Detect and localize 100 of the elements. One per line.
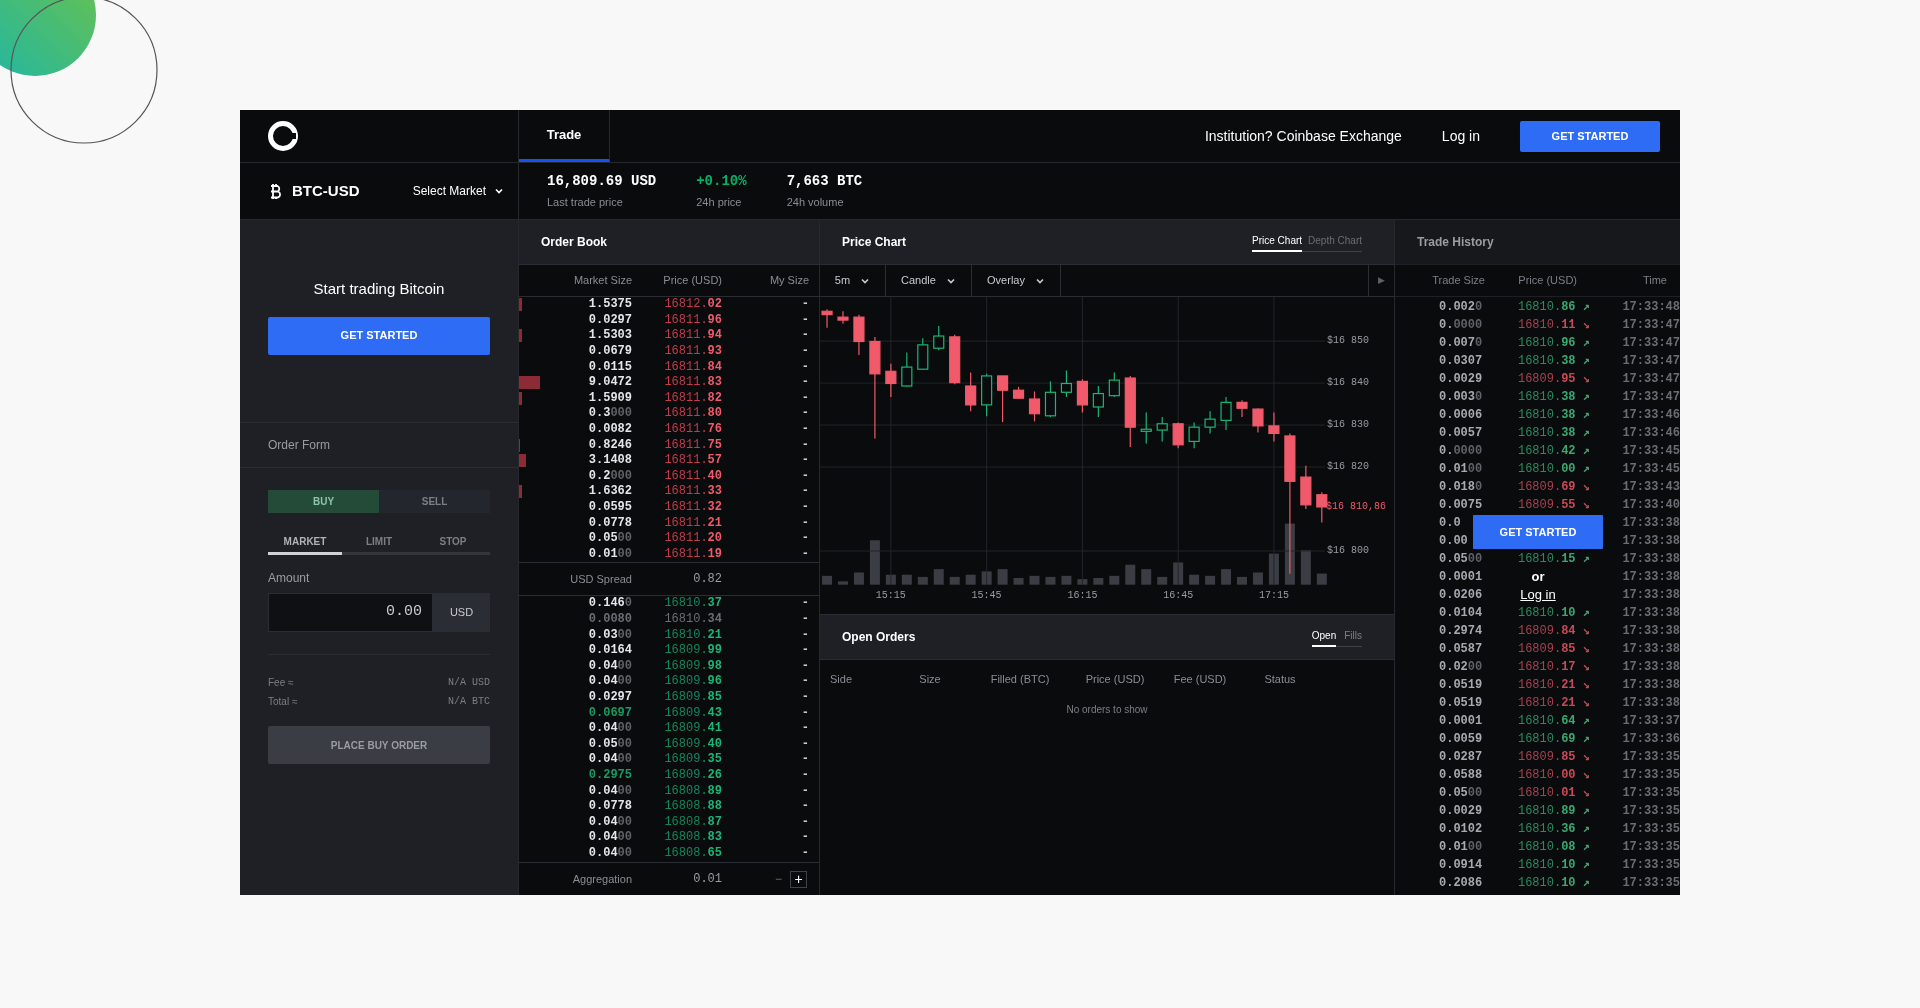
logo-icon[interactable] [268,121,298,151]
order-price: 16811.83 [663,375,722,391]
chart-dropdown[interactable]: 5m [820,265,886,296]
trade-time: 17:33:43 [1621,479,1680,496]
order-price: 16811.76 [663,422,722,438]
order-type-tab[interactable]: STOP [416,530,490,555]
trade-time: 17:33:37 [1621,713,1680,730]
trade-price: 16810.21 ↘ [1516,677,1590,694]
order-price: 16810.34 [663,612,722,627]
market-pair: BTC-USD [292,180,360,201]
my-size: - [800,596,809,612]
trade-size: 0.0100 [1439,839,1484,856]
trade-price: 16810.64 ↗ [1516,713,1590,730]
market-size: 0.0082 [587,422,632,438]
get-started-button[interactable]: GET STARTED [1473,515,1603,549]
order-price: 16809.40 [663,736,722,752]
trade-time: 17:33:38 [1621,515,1680,532]
trade-price: 16810.86 ↗ [1516,299,1590,316]
order-type-tab[interactable]: LIMIT [342,530,416,555]
column-header: Fee (USD) [1172,671,1228,687]
chart-dropdown[interactable]: Overlay [972,265,1061,296]
amount-input[interactable]: 0.00 [268,593,433,632]
trade-size: 0.0519 [1439,677,1484,694]
column-header: Trade Size [1431,273,1485,289]
panel-title: Price Chart [842,234,907,251]
stat-value: 7,663 BTC [786,172,863,192]
my-size: - [800,297,809,313]
trade-price: 16810.89 ↗ [1516,803,1590,820]
chart-dropdown[interactable]: Candle [886,265,972,296]
my-size: - [800,627,809,643]
trade-size: 0.0029 [1439,803,1484,820]
trade-time: 17:33:48 [1621,299,1680,316]
chart-tab[interactable]: Price Chart [1252,232,1303,252]
trade-size: 0.0180 [1439,479,1484,496]
order-price: 16809.26 [663,767,722,783]
market-select[interactable]: Select Market [412,182,504,200]
market-size: 0.0400 [587,783,632,799]
trade-price: 16810.00 ↘ [1516,767,1590,784]
trade-size: 0.0500 [1439,785,1484,802]
stat-label: 24h price [696,195,743,211]
trade-time: 17:33:35 [1621,785,1680,802]
my-size: - [800,814,809,830]
my-size: - [800,830,809,846]
market-size: 0.0500 [587,531,632,547]
exchange-link[interactable]: Institution? Coinbase Exchange [1204,125,1402,147]
spread-value: 0.82 [692,571,722,589]
market-size: 0.0500 [587,736,632,752]
market-size: 0.0164 [587,643,632,659]
orders-tab[interactable]: Fills [1344,627,1362,647]
order-price: 16811.93 [663,344,722,360]
my-size: - [800,468,809,484]
my-size: - [800,736,809,752]
order-price: 16811.33 [663,484,722,500]
promo-title: Start trading Bitcoin [313,279,445,299]
column-header: My Size [768,273,809,289]
market-size: 0.0778 [587,799,632,815]
market-size: 1.6362 [587,484,632,500]
fee-value: N/A USD [448,676,490,690]
trade-size: 0.0029 [1439,371,1484,388]
column-header: Price (USD) [662,273,722,289]
trade-price: 16810.38 ↗ [1516,407,1590,424]
trade-size: 0.0006 [1439,407,1484,424]
trade-time: 17:33:47 [1621,353,1680,370]
my-size: - [800,689,809,705]
candlestick [996,375,1009,423]
trade-time: 17:33:38 [1621,623,1680,640]
candlestick [1028,390,1041,422]
my-size: - [800,799,809,815]
login-link[interactable]: Log in [1441,125,1480,147]
trade-time: 17:33:47 [1621,371,1680,388]
nav-tab[interactable]: Trade [519,110,610,162]
market-size: 0.0697 [587,705,632,721]
trade-size: 0.2974 [1439,623,1484,640]
order-price: 16811.32 [663,500,722,515]
trade-size: 0.0030 [1439,389,1484,406]
depth-bar [519,454,526,468]
my-size: - [800,500,809,515]
market-size: 0.0595 [587,500,632,515]
spread-label: USD Spread [569,571,632,587]
market-size: 0.0400 [587,674,632,690]
increment-button[interactable]: + [790,870,807,888]
market-size: 0.3000 [587,406,632,422]
side-toggle[interactable]: SELL [379,490,490,513]
get-started-button[interactable]: GET STARTED [1520,120,1660,152]
login-link[interactable]: Log in [1520,587,1556,603]
get-started-button[interactable]: GET STARTED [268,316,490,355]
candlestick [1156,416,1168,443]
side-toggle[interactable]: BUY [268,490,379,513]
price-axis-label: $16 850 [1327,335,1369,348]
order-type-tab[interactable]: MARKET [268,530,342,555]
my-size: - [800,721,809,737]
candlestick [965,371,977,412]
trade-size: 0.0070 [1439,335,1484,352]
trade-size: 0.0000 [1439,317,1484,334]
trade-size: 0.0100 [1439,461,1484,478]
candlestick [885,363,897,398]
market-size: 0.1460 [587,596,632,612]
orders-tab[interactable]: Open [1311,627,1337,647]
decrement-button[interactable]: − [770,870,787,888]
candlestick [1188,421,1200,449]
